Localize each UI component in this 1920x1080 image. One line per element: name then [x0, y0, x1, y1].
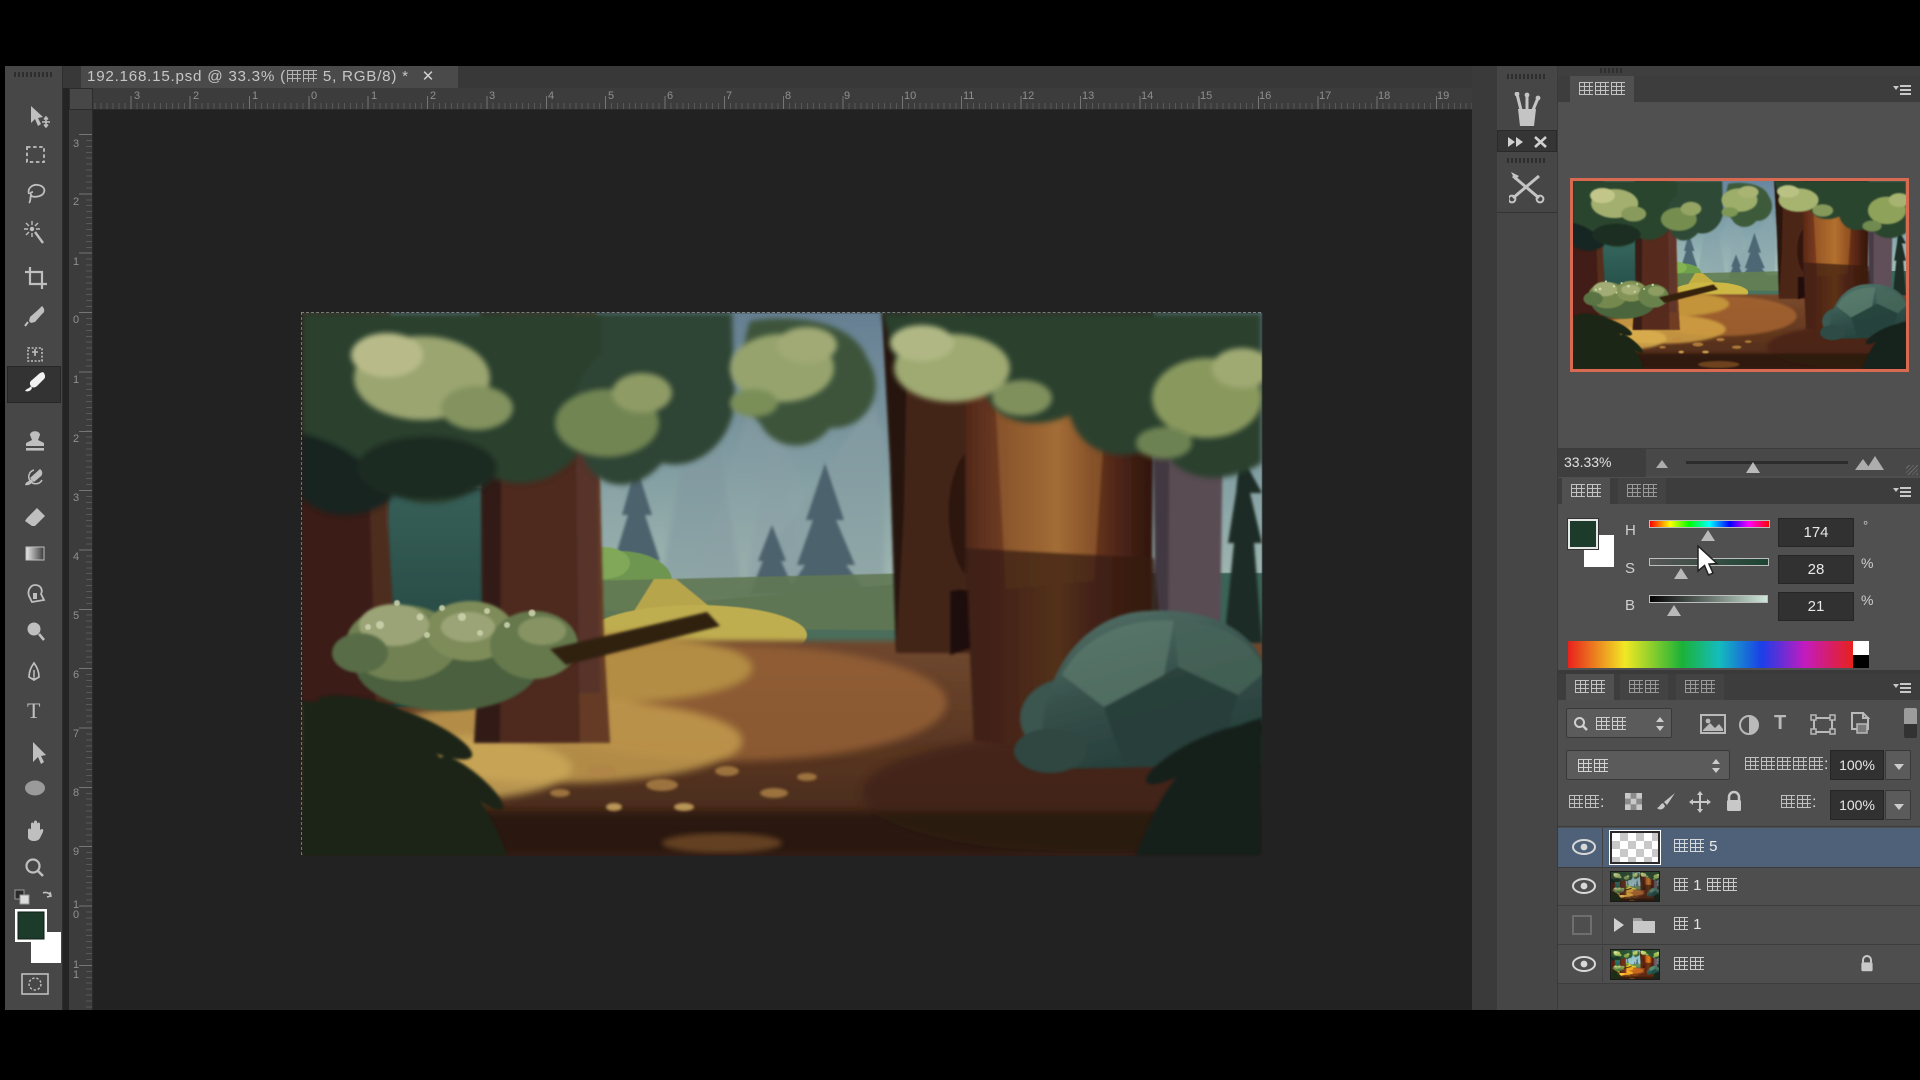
svg-text:T: T [27, 698, 41, 723]
